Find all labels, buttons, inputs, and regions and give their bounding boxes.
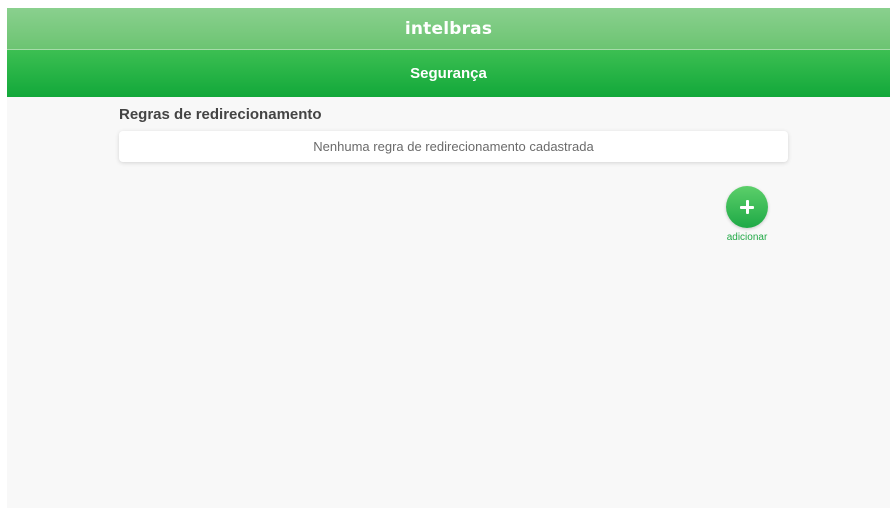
page-header: Segurança <box>7 50 890 97</box>
section-title: Regras de redirecionamento <box>119 106 322 123</box>
page-title: Segurança <box>410 65 487 82</box>
brand-bar: intelbras <box>7 8 890 50</box>
empty-rules-message: Nenhuma regra de redirecionamento cadast… <box>313 139 594 154</box>
plus-icon <box>740 200 754 214</box>
main-content: Regras de redirecionamento Nenhuma regra… <box>119 106 788 243</box>
app-frame: intelbras Segurança Regras de redirecion… <box>7 8 890 508</box>
add-rule-control[interactable]: adicionar <box>726 186 768 243</box>
intelbras-logo: intelbras <box>404 18 493 39</box>
empty-rules-card: Nenhuma regra de redirecionamento cadast… <box>119 131 788 162</box>
add-rule-label[interactable]: adicionar <box>727 232 768 243</box>
add-rule-button[interactable] <box>726 186 768 228</box>
